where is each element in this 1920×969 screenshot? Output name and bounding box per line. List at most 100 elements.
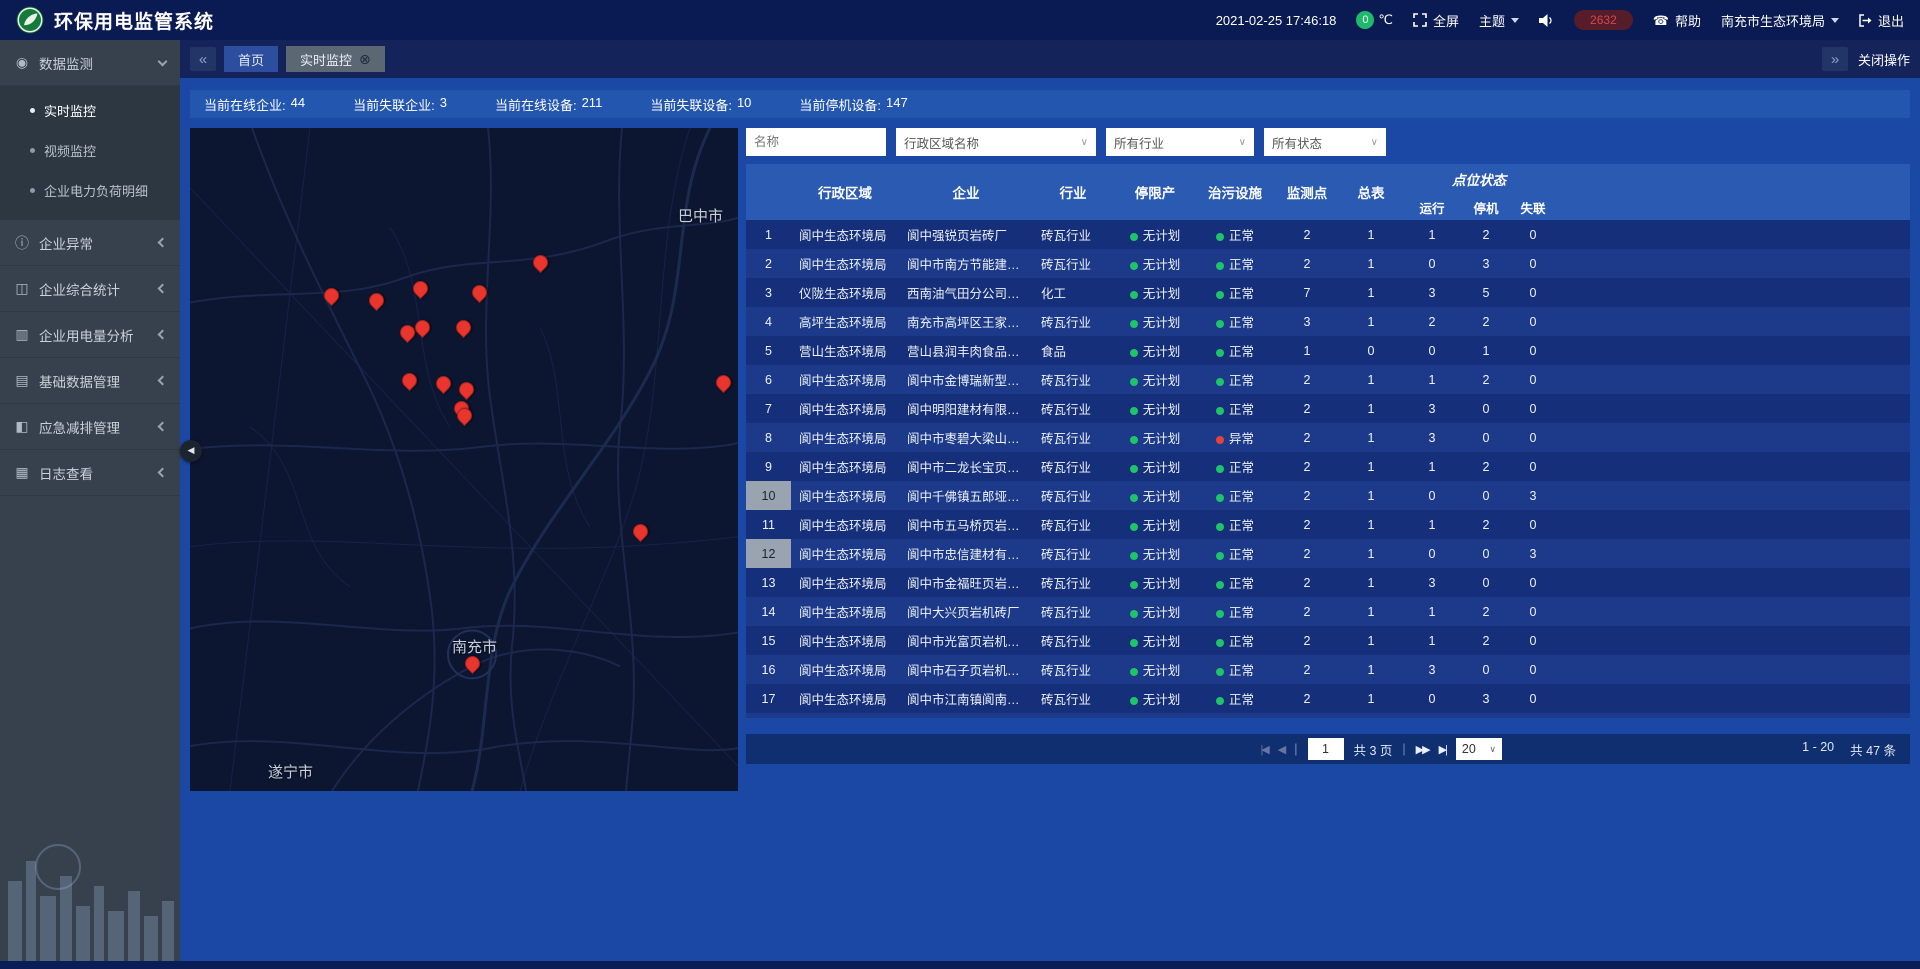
theme-label: 主题 — [1479, 11, 1505, 30]
table-row[interactable]: 7阆中生态环境局阆中明阳建材有限公司砖瓦行业无计划正常21300 — [746, 394, 1910, 423]
status-filter-value: 所有状态 — [1272, 133, 1322, 152]
stat-label: 当前失联设备: — [650, 95, 732, 114]
sidebar-item-video-monitoring[interactable]: 视频监控 — [0, 130, 180, 170]
map-pin[interactable] — [433, 373, 454, 394]
cell-industry: 砖瓦行业 — [1033, 713, 1113, 718]
cell-total-meters: 1 — [1341, 510, 1401, 539]
cell-monitor-points: 2 — [1273, 684, 1341, 713]
prev-page-button[interactable]: ◀ — [1278, 743, 1284, 756]
tab-realtime-monitoring[interactable]: 实时监控 ⊗ — [286, 46, 385, 72]
map-pin[interactable] — [462, 653, 483, 674]
sidebar-group-enterprise-anomaly[interactable]: ⓘ 企业异常 — [0, 220, 180, 266]
table-row[interactable]: 5营山生态环境局营山县润丰肉食品有限食品无计划正常10010 — [746, 336, 1910, 365]
sidebar-group-enterprise-statistics[interactable]: ◫ 企业综合统计 — [0, 266, 180, 312]
table-row[interactable]: 3仪陇生态环境局西南油气田分公司川中化工无计划正常71350 — [746, 278, 1910, 307]
table-row[interactable]: 15阆中生态环境局阆中市光富页岩机砖厂砖瓦行业无计划正常21120 — [746, 626, 1910, 655]
sidebar-item-realtime-monitoring[interactable]: 实时监控 — [0, 90, 180, 130]
map-pin[interactable] — [410, 278, 431, 299]
cell-monitor-points: 2 — [1273, 365, 1341, 394]
cell-limit-status: 无计划 — [1113, 336, 1197, 365]
map-pin[interactable] — [453, 317, 474, 338]
close-operations-button[interactable]: 关闭操作 — [1858, 50, 1910, 69]
stat-stopped-devices: 当前停机设备: 147 — [799, 95, 907, 114]
table-row[interactable]: 6阆中生态环境局阆中市金博瑞新型墙材砖瓦行业无计划正常21120 — [746, 365, 1910, 394]
table-row[interactable]: 8阆中生态环境局阆中市枣碧大梁山页岩砖瓦行业无计划异常21300 — [746, 423, 1910, 452]
theme-dropdown[interactable]: 主题 — [1479, 11, 1519, 30]
cell-industry: 砖瓦行业 — [1033, 249, 1113, 278]
table-row[interactable]: 18南部生态环境局南部县建兴上河页岩砖砖瓦行业无计划正常21030 — [746, 713, 1910, 718]
chevron-down-icon: ∨ — [1371, 137, 1378, 148]
table-row[interactable]: 14阆中生态环境局阆中大兴页岩机砖厂砖瓦行业无计划正常21120 — [746, 597, 1910, 626]
announcement-icon[interactable] — [1539, 14, 1554, 27]
table-row[interactable]: 17阆中生态环境局阆中市江南镇阆南页岩砖瓦行业无计划正常21030 — [746, 684, 1910, 713]
cell-facility-status: 正常 — [1197, 452, 1273, 481]
cell-running: 3 — [1401, 568, 1463, 597]
sidebar-group-emergency-reduction[interactable]: ◧ 应急减排管理 — [0, 404, 180, 450]
total-records-label: 共 47 条 — [1850, 740, 1896, 759]
page-number-input[interactable] — [1308, 738, 1344, 760]
page-size-value: 20 — [1462, 742, 1476, 756]
table-row[interactable]: 10阆中生态环境局阆中千佛镇五郎垭页岩砖瓦行业无计划正常21003 — [746, 481, 1910, 510]
last-page-button[interactable]: ▶| — [1439, 743, 1446, 756]
tab-home[interactable]: 首页 — [224, 46, 278, 72]
cell-stopped: 3 — [1463, 713, 1509, 718]
status-dot-icon — [1216, 552, 1224, 560]
name-filter-input[interactable] — [746, 128, 886, 156]
notification-badge[interactable]: 2632 — [1574, 10, 1633, 30]
cell-monitor-points: 2 — [1273, 423, 1341, 452]
cell-disconnected: 0 — [1509, 307, 1557, 336]
help-button[interactable]: ☎ 帮助 — [1653, 11, 1701, 30]
map-pin[interactable] — [713, 372, 734, 393]
sidebar-group-basic-data[interactable]: ▤ 基础数据管理 — [0, 358, 180, 404]
org-dropdown[interactable]: 南充市生态环境局 — [1721, 11, 1839, 30]
map-pin[interactable] — [469, 282, 490, 303]
cell-total-meters: 1 — [1341, 220, 1401, 249]
table-body: 1阆中生态环境局阆中强锐页岩砖厂砖瓦行业无计划正常211202阆中生态环境局阆中… — [746, 220, 1910, 718]
region-filter-select[interactable]: 行政区域名称 ∨ — [896, 128, 1096, 156]
industry-filter-select[interactable]: 所有行业 ∨ — [1106, 128, 1254, 156]
table-row[interactable]: 11阆中生态环境局阆中市五马桥页岩机砖砖瓦行业无计划正常21120 — [746, 510, 1910, 539]
map-collapse-handle[interactable]: ◀ — [180, 440, 202, 462]
map-pin[interactable] — [399, 370, 420, 391]
cell-company: 阆中强锐页岩砖厂 — [899, 220, 1033, 249]
map-pin[interactable] — [321, 285, 342, 306]
first-page-button[interactable]: |◀ — [1260, 743, 1267, 756]
table-panel: 行政区域名称 ∨ 所有行业 ∨ 所有状态 ∨ — [746, 128, 1910, 791]
table-row[interactable]: 2阆中生态环境局阆中市南方节能建材有砖瓦行业无计划正常21030 — [746, 249, 1910, 278]
map-pin[interactable] — [630, 521, 651, 542]
map-pin[interactable] — [456, 379, 477, 400]
sidebar-group-power-analysis[interactable]: ▥ 企业用电量分析 — [0, 312, 180, 358]
row-index: 12 — [746, 539, 791, 568]
chevron-left-icon — [158, 468, 168, 478]
table-row[interactable]: 9阆中生态环境局阆中市二龙长宝页岩砖砖瓦行业无计划正常21120 — [746, 452, 1910, 481]
tabs-scroll-left-button[interactable]: « — [190, 47, 216, 71]
range-label: 1 - 20 — [1802, 740, 1834, 759]
table-row[interactable]: 1阆中生态环境局阆中强锐页岩砖厂砖瓦行业无计划正常21120 — [746, 220, 1910, 249]
tabs-scroll-right-button[interactable]: » — [1822, 47, 1848, 71]
cell-running: 3 — [1401, 394, 1463, 423]
row-index: 13 — [746, 568, 791, 597]
row-index: 16 — [746, 655, 791, 684]
map-panel[interactable]: 巴中市南充市遂宁市 ◀ — [190, 128, 738, 791]
cell-disconnected: 0 — [1509, 626, 1557, 655]
sidebar-group-data-monitoring[interactable]: ◉ 数据监测 — [0, 40, 180, 86]
cell-total-meters: 1 — [1341, 539, 1401, 568]
map-pin[interactable] — [530, 252, 551, 273]
table-row[interactable]: 13阆中生态环境局阆中市金福旺页岩机砖砖瓦行业无计划正常21300 — [746, 568, 1910, 597]
cell-disconnected: 0 — [1509, 394, 1557, 423]
table-row[interactable]: 4高坪生态环境局南充市高坪区王家店建砖瓦行业无计划正常31220 — [746, 307, 1910, 336]
fullscreen-button[interactable]: 全屏 — [1413, 11, 1459, 30]
logout-button[interactable]: 退出 — [1859, 11, 1904, 30]
page-size-select[interactable]: 20 ∨ — [1456, 738, 1502, 760]
main-area: « 首页 实时监控 ⊗ » 关闭操作 当前在线企业: 44 — [180, 40, 1920, 961]
next-page-button[interactable]: ▶▶ — [1416, 743, 1429, 756]
cell-disconnected: 0 — [1509, 684, 1557, 713]
table-row[interactable]: 16阆中生态环境局阆中市石子页岩机砖厂砖瓦行业无计划正常21300 — [746, 655, 1910, 684]
tab-close-icon[interactable]: ⊗ — [359, 51, 371, 68]
table-row[interactable]: 12阆中生态环境局阆中市忠信建材有限公砖瓦行业无计划正常21003 — [746, 539, 1910, 568]
sidebar-group-log-view[interactable]: ▦ 日志查看 — [0, 450, 180, 496]
sidebar-item-power-load-detail[interactable]: 企业电力负荷明细 — [0, 170, 180, 210]
map-pin[interactable] — [366, 290, 387, 311]
map-pin[interactable] — [412, 317, 433, 338]
status-filter-select[interactable]: 所有状态 ∨ — [1264, 128, 1386, 156]
